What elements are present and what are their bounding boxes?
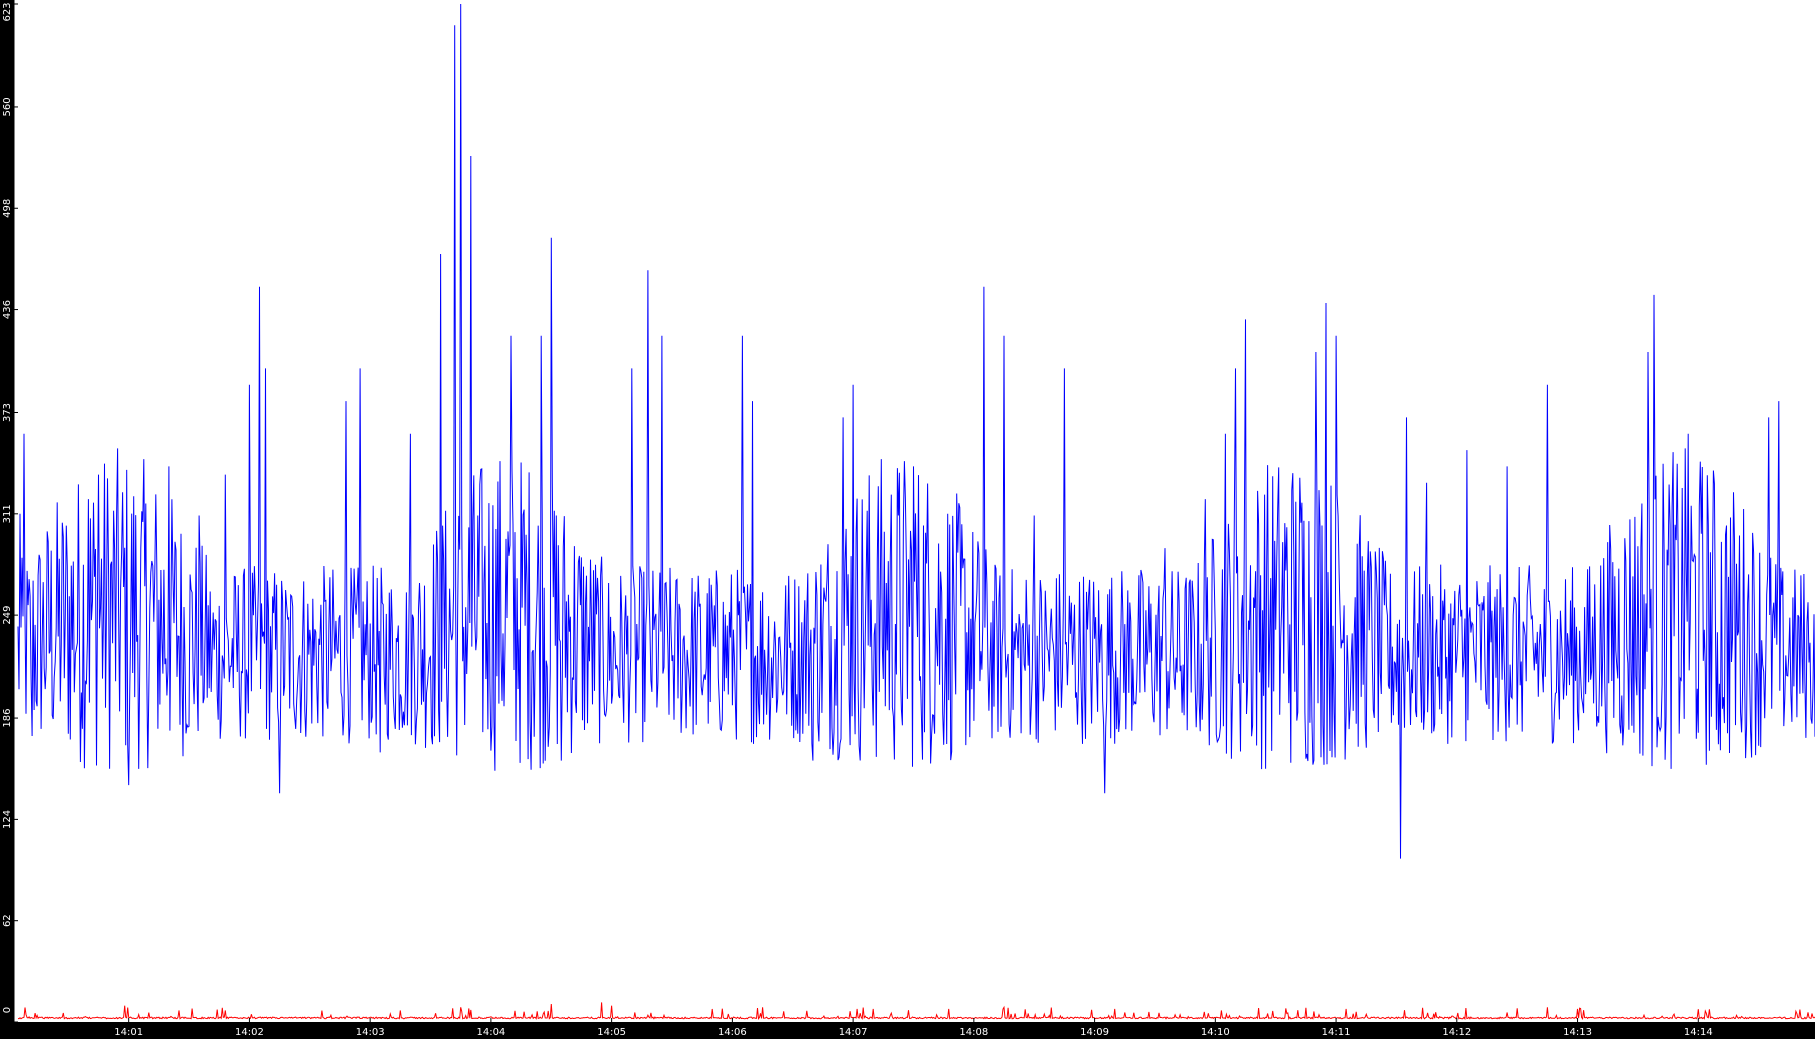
line-chart: 0 62 124 186 249 311 373 436 498 560 623 14:01 14:02…: [0, 0, 1815, 1039]
y-tick-label: 373: [2, 403, 13, 422]
y-tick-label: 249: [2, 606, 13, 625]
x-tick-label: 14:08: [959, 1027, 988, 1038]
x-tick-label: 14:05: [597, 1027, 626, 1038]
y-tick-label: 436: [2, 300, 13, 319]
y-tick-label: 62: [2, 914, 13, 927]
x-tick-label: 14:14: [1684, 1027, 1713, 1038]
x-tick-label: 14:04: [476, 1027, 505, 1038]
y-tick-label: 623: [2, 2, 13, 21]
y-tick-label: 311: [2, 504, 13, 523]
x-tick-label: 14:11: [1322, 1027, 1351, 1038]
x-tick-label: 14:01: [114, 1027, 143, 1038]
x-axis-bar: [0, 1022, 1815, 1039]
y-tick-label: 186: [2, 709, 13, 728]
x-tick-label: 14:03: [356, 1027, 385, 1038]
y-tick-label: 124: [2, 810, 13, 829]
chart-area: 0 62 124 186 249 311 373 436 498 560 623 14:01 14:02…: [0, 0, 1815, 1039]
x-tick-label: 14:12: [1442, 1027, 1471, 1038]
y-tick-label: 498: [2, 199, 13, 218]
x-tick-label: 14:13: [1563, 1027, 1592, 1038]
x-tick-label: 14:09: [1080, 1027, 1109, 1038]
x-tick-label: 14:07: [839, 1027, 868, 1038]
x-tick-label: 14:02: [235, 1027, 264, 1038]
y-tick-label: 560: [2, 97, 13, 116]
y-tick-label: 0: [2, 1007, 13, 1013]
x-tick-label: 14:06: [718, 1027, 747, 1038]
x-tick-label: 14:10: [1201, 1027, 1230, 1038]
